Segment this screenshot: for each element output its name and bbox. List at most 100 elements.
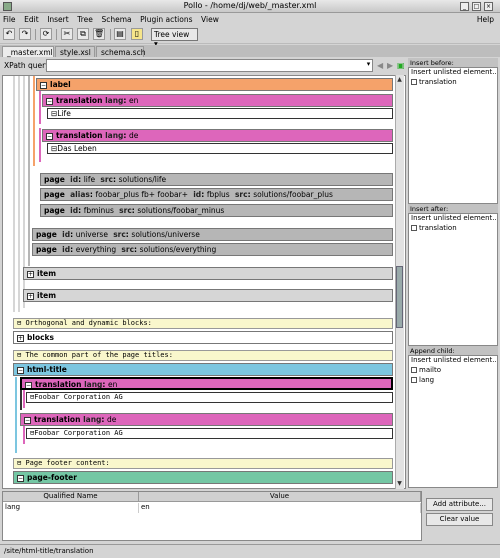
label-element[interactable]: − label [36,78,393,91]
menu-file[interactable]: File [0,13,19,24]
page-element[interactable]: page id: life src: solutions/life [40,173,393,186]
blocks-element[interactable]: + blocks [13,331,393,344]
refresh-icon[interactable]: ⟳ [40,28,52,40]
append-child-option[interactable]: lang [409,376,497,386]
translation-de-element[interactable]: − translation lang: de [42,129,393,142]
translation-de-element[interactable]: − translation lang: de [20,413,393,426]
view-mode-select[interactable]: Tree view ▾ [151,28,198,48]
column-header-value[interactable]: Value [139,492,421,502]
menu-edit[interactable]: Edit [21,13,42,24]
attr-value: solutions/universe [131,230,200,239]
undo-icon[interactable]: ↶ [3,28,15,40]
scrollbar-thumb[interactable] [396,266,403,328]
attr-name-cell[interactable]: lang [3,503,139,513]
collapse-icon[interactable]: − [46,132,53,140]
page-element[interactable]: page alias: foobar_plus fb+ foobar+ id: … [40,188,393,201]
translation-en-element[interactable]: − translation lang: en [42,94,393,107]
copy-icon[interactable]: ⧉ [77,28,89,40]
page-footer-element[interactable]: − page-footer [13,471,393,484]
attr-name: id [62,230,71,239]
element-name: translation [56,96,103,105]
attr-name: src [100,175,113,184]
menu-plugin-actions[interactable]: Plugin actions [137,13,195,24]
clear-value-button[interactable]: Clear value [426,513,493,526]
view-mode-value: Tree view [154,30,190,39]
expand-icon[interactable]: + [27,270,34,278]
menu-insert[interactable]: Insert [44,13,72,24]
collapse-icon[interactable]: − [46,97,53,105]
insert-unlisted-after[interactable]: Insert unlisted element... [409,214,497,224]
scroll-up-icon[interactable]: ▲ [396,76,403,84]
checkbox[interactable] [411,79,417,85]
cut-icon[interactable]: ✂ [61,28,73,40]
menu-tree[interactable]: Tree [74,13,96,24]
delete-icon[interactable]: 🗑 [93,28,105,40]
attribute-table: Qualified Name Value lang en [2,491,422,541]
attr-name: lang [84,380,103,389]
item-element[interactable]: + item [23,267,393,280]
attr-value: de [129,131,139,140]
xpath-dropdown-icon[interactable]: ▾ [364,60,373,71]
tab-schema-sch[interactable]: schema.sch [96,46,145,57]
menu-view[interactable]: View [198,13,222,24]
checkbox[interactable] [411,377,417,383]
text-node[interactable]: ⊟Das Leben [47,143,393,154]
translation-en-element[interactable]: − translation lang: en [20,377,393,390]
menu-schema[interactable]: Schema [98,13,134,24]
xpath-input[interactable] [46,59,373,72]
insert-before-option[interactable]: translation [409,78,497,88]
attr-name: id [70,175,79,184]
text-node[interactable]: ⊟Life [47,108,393,119]
text-node[interactable]: ⊟Foobar Corporation AG [26,428,393,439]
html-title-element[interactable]: − html-title [13,363,393,376]
insert-unlisted-child[interactable]: Insert unlisted element... [409,356,497,366]
status-path: /site/html-title/translation [4,547,94,555]
expand-icon[interactable]: + [17,334,24,342]
insert-after-option[interactable]: translation [409,224,497,234]
checkbox[interactable] [411,367,417,373]
scroll-down-icon[interactable]: ▼ [396,480,403,488]
page-element[interactable]: page id: fbminus src: solutions/foobar_m… [40,204,393,217]
minimize-icon[interactable]: _ [460,2,469,11]
status-bar: /site/html-title/translation [0,544,500,558]
collapse-icon[interactable]: − [40,81,47,89]
attr-name: lang [105,96,124,105]
option-label: translation [419,78,457,86]
collapse-icon[interactable]: − [24,416,31,424]
forward-icon[interactable]: ▶ [387,61,393,70]
comment-node[interactable]: ⊟ The common part of the page titles: [13,350,393,361]
note-icon[interactable]: ▯ [131,28,143,40]
text-value: Foobar Corporation AG [34,429,123,437]
item-element[interactable]: + item [23,289,393,302]
tab-style-xsl[interactable]: style.xsl [55,46,95,57]
collapse-icon[interactable]: − [25,381,32,388]
page-element[interactable]: page id: everything src: solutions/every… [32,243,393,256]
collapse-icon[interactable]: − [17,366,24,374]
attr-value: life [83,175,96,184]
attr-value-cell[interactable]: en [139,503,421,513]
tab-master-xml[interactable]: _master.xml [2,46,54,57]
menu-help[interactable]: Help [474,13,497,24]
close-icon[interactable]: × [484,2,493,11]
add-attribute-button[interactable]: Add attribute... [426,498,493,511]
comment-node[interactable]: ⊟ Page footer content: [13,458,393,469]
collapse-icon[interactable]: − [17,474,24,482]
redo-icon[interactable]: ↷ [19,28,31,40]
text-node[interactable]: ⊟Foobar Corporation AG [26,392,393,403]
menu-bar: File Edit Insert Tree Schema Plugin acti… [0,13,500,26]
insert-unlisted-before[interactable]: Insert unlisted element... [409,68,497,78]
comment-node[interactable]: ⊟ Orthogonal and dynamic blocks: [13,318,393,329]
maximize-icon[interactable]: □ [472,2,481,11]
back-icon[interactable]: ◀ [377,61,383,70]
expand-icon[interactable]: + [27,292,34,300]
attr-value: en [108,380,118,389]
page-element[interactable]: page id: universe src: solutions/univers… [32,228,393,241]
comment-text: Page footer content: [25,459,110,467]
attr-name: id [193,190,202,199]
append-child-option[interactable]: mailto [409,366,497,376]
tree-editor[interactable]: − label − translation lang: en ⊟Life − tran… [2,75,406,489]
run-query-icon[interactable]: ▣ [397,61,405,70]
paste-icon[interactable]: ▤ [114,28,126,40]
checkbox[interactable] [411,225,417,231]
column-header-name[interactable]: Qualified Name [3,492,139,502]
